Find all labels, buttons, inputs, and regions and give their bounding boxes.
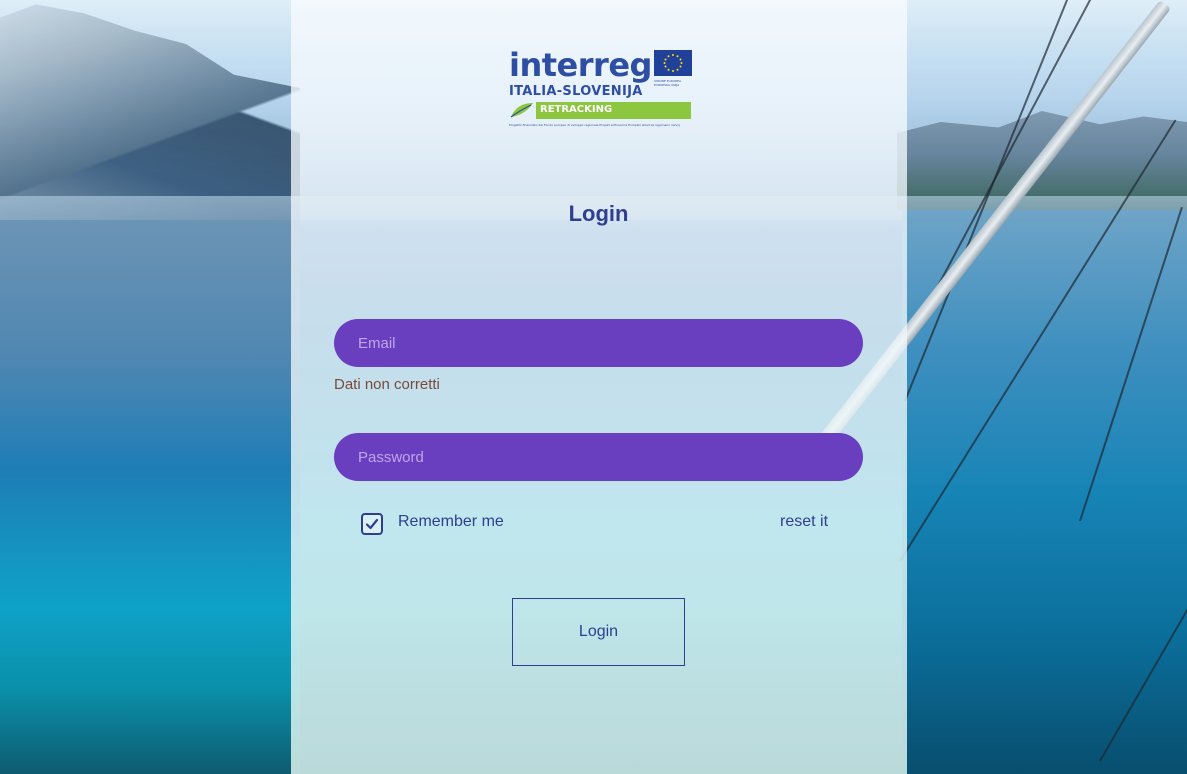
login-button[interactable]: Login: [512, 598, 685, 666]
background-water-left: [0, 220, 300, 774]
remember-me-checkbox[interactable]: [361, 513, 383, 535]
leaf-icon: [509, 101, 535, 119]
project-name-bar: RETRACKING: [536, 102, 691, 119]
reset-password-link[interactable]: reset it: [780, 513, 828, 531]
project-name: RETRACKING: [540, 104, 613, 115]
password-input[interactable]: [334, 433, 863, 481]
logo-subtitle: ITALIA-SLOVENIJA: [509, 84, 643, 99]
eu-flag-icon: [654, 50, 692, 76]
eu-caption: UNIONE EUROPEA EVROPSKA UNIJA: [654, 79, 682, 87]
error-message: Dati non corretti: [334, 376, 440, 393]
email-input[interactable]: [334, 319, 863, 367]
remember-me-label[interactable]: Remember me: [398, 513, 504, 531]
logo-wordmark: interreg: [509, 46, 652, 84]
logo-fine-print: Progetto finanziato dal Fondo europeo di…: [509, 123, 680, 127]
page-title: Login: [568, 201, 629, 226]
checkmark-icon: [365, 518, 379, 530]
interreg-logo: interreg UNIONE EUROPEA EVROPSKA UNIJA I…: [509, 48, 695, 134]
